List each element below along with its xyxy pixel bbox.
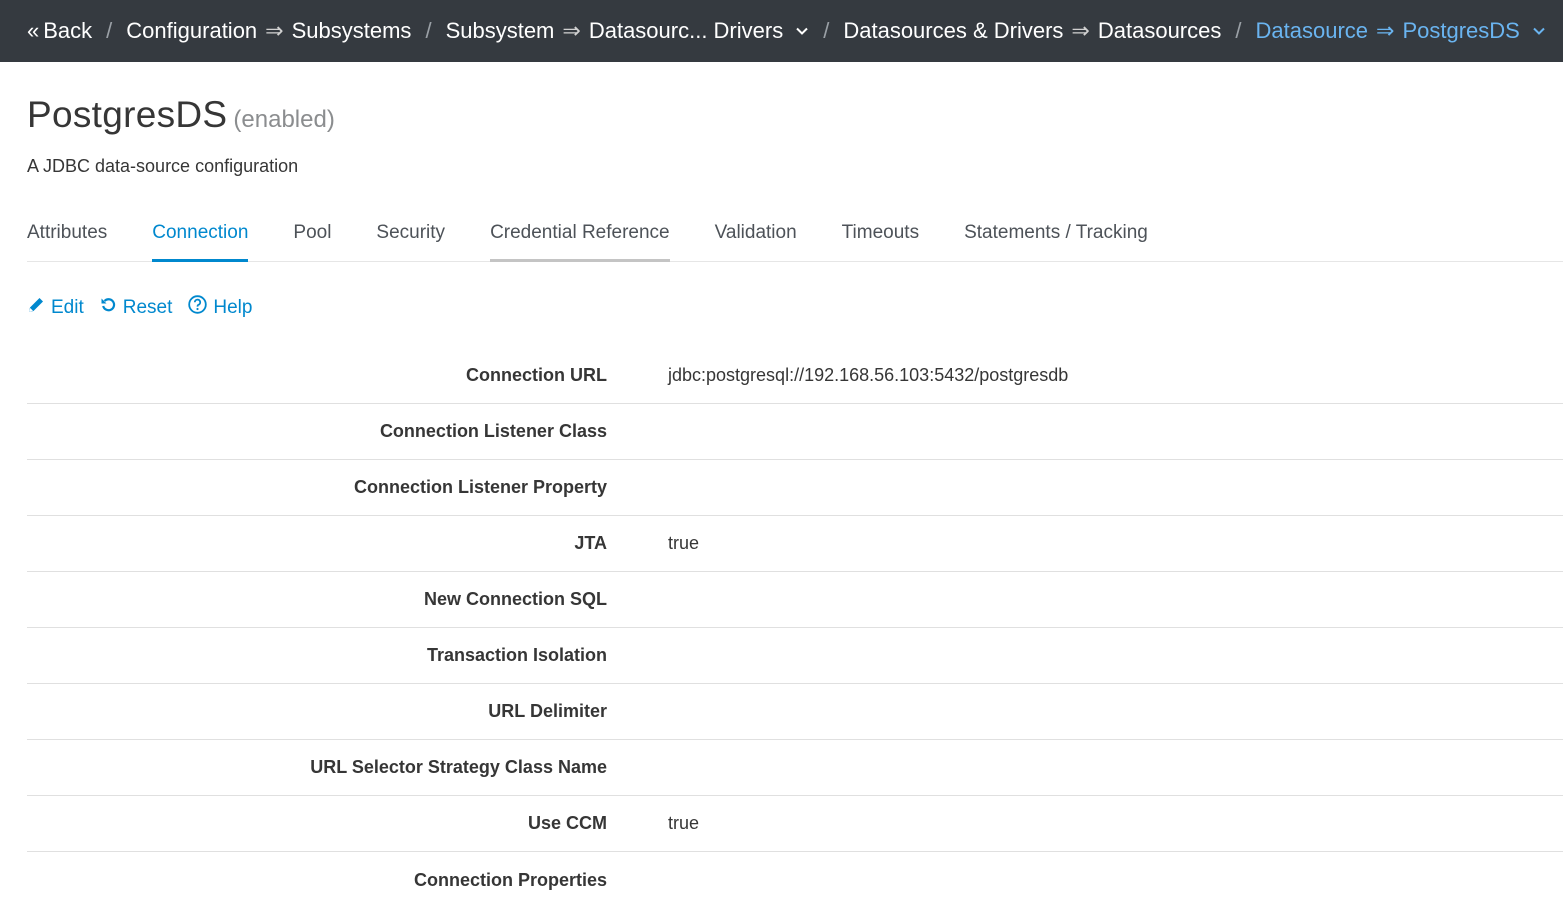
arrow-icon: ⇒ <box>1071 18 1090 43</box>
property-value: true <box>668 533 700 553</box>
property-list: Connection URL jdbc:postgresql://192.168… <box>27 348 1563 908</box>
property-label: JTA <box>574 533 607 553</box>
reset-label: Reset <box>122 296 173 318</box>
breadcrumb-left: Configuration <box>126 18 258 43</box>
double-chevron-left-icon: « <box>27 18 40 43</box>
property-label: Connection URL <box>466 365 607 385</box>
property-row: URL Delimiter <box>27 684 1563 740</box>
breadcrumb-datasources-drivers[interactable]: Datasources & Drivers ⇒ Datasources <box>843 18 1221 44</box>
property-row: Connection URL jdbc:postgresql://192.168… <box>27 348 1563 404</box>
breadcrumb-subsystem-dropdown[interactable]: Subsystem ⇒ Datasourc... Drivers <box>446 18 810 44</box>
tab-credential-reference[interactable]: Credential Reference <box>490 219 670 262</box>
edit-button[interactable]: Edit <box>27 296 84 320</box>
property-label: Connection Properties <box>413 869 607 890</box>
help-label: Help <box>213 296 253 318</box>
breadcrumb-datasource-dropdown[interactable]: Datasource ⇒ PostgresDS <box>1256 18 1546 44</box>
property-label: Connection Listener Property <box>353 477 607 497</box>
edit-label: Edit <box>51 296 84 318</box>
help-button[interactable]: Help <box>188 295 252 320</box>
property-label: Use CCM <box>527 813 607 833</box>
tab-pool[interactable]: Pool <box>293 219 331 261</box>
breadcrumb-right: Datasources <box>1097 18 1222 43</box>
undo-icon <box>100 296 123 319</box>
property-row: Transaction Isolation <box>27 628 1563 684</box>
property-row: Connection Listener Class <box>27 404 1563 460</box>
property-value: true <box>668 813 700 833</box>
property-row: URL Selector Strategy Class Name <box>27 740 1563 796</box>
property-row: New Connection SQL <box>27 572 1563 628</box>
action-toolbar: Edit Reset Help <box>27 295 1563 320</box>
property-value: jdbc:postgresql://192.168.56.103:5432/po… <box>668 365 1069 385</box>
property-label: New Connection SQL <box>423 589 607 609</box>
tab-attributes[interactable]: Attributes <box>27 219 107 261</box>
breadcrumb-right: Subsystems <box>291 18 412 43</box>
breadcrumb-separator: / <box>823 18 830 43</box>
tab-connection[interactable]: Connection <box>152 219 249 262</box>
breadcrumb-left: Subsystem <box>445 18 555 43</box>
back-label: Back <box>43 18 93 43</box>
page-header: PostgresDS (enabled) <box>27 94 1563 136</box>
tab-bar: Attributes Connection Pool Security Cred… <box>27 219 1563 262</box>
back-link[interactable]: « Back <box>27 18 92 44</box>
chevron-down-icon[interactable] <box>1532 24 1546 38</box>
property-label: URL Selector Strategy Class Name <box>310 757 607 777</box>
property-row: Connection Properties <box>27 852 1563 908</box>
breadcrumb-right: PostgresDS <box>1402 18 1520 43</box>
breadcrumb-left: Datasource <box>1255 18 1369 43</box>
arrow-icon: ⇒ <box>265 18 284 43</box>
breadcrumb-separator: / <box>1235 18 1242 43</box>
page-description: A JDBC data-source configuration <box>27 156 299 176</box>
breadcrumb-right: Datasourc... Drivers <box>588 18 784 43</box>
property-label: Transaction Isolation <box>426 645 607 665</box>
breadcrumb-separator: / <box>425 18 432 43</box>
breadcrumb-bar: « Back / Configuration ⇒ Subsystems / Su… <box>0 0 1563 62</box>
main-content: PostgresDS (enabled) A JDBC data-source … <box>0 94 1563 908</box>
question-circle-icon <box>188 295 213 320</box>
pencil-icon <box>27 296 51 320</box>
breadcrumb-configuration-subsystems[interactable]: Configuration ⇒ Subsystems <box>126 18 411 44</box>
tab-timeouts[interactable]: Timeouts <box>842 219 919 261</box>
tab-security[interactable]: Security <box>376 219 445 261</box>
reset-button[interactable]: Reset <box>100 296 173 319</box>
chevron-down-icon[interactable] <box>795 24 809 38</box>
status-label: (enabled) <box>233 106 335 133</box>
tab-statements-tracking[interactable]: Statements / Tracking <box>964 219 1148 261</box>
arrow-icon: ⇒ <box>562 18 581 43</box>
arrow-icon: ⇒ <box>1376 18 1395 43</box>
property-label: Connection Listener Class <box>379 421 607 441</box>
tab-validation[interactable]: Validation <box>715 219 797 261</box>
page-title: PostgresDS <box>27 94 228 135</box>
property-label: URL Delimiter <box>488 701 607 721</box>
property-row: Use CCM true <box>27 796 1563 852</box>
breadcrumb-left: Datasources & Drivers <box>843 18 1064 43</box>
breadcrumb-separator: / <box>106 18 113 43</box>
property-row: JTA true <box>27 516 1563 572</box>
property-row: Connection Listener Property <box>27 460 1563 516</box>
